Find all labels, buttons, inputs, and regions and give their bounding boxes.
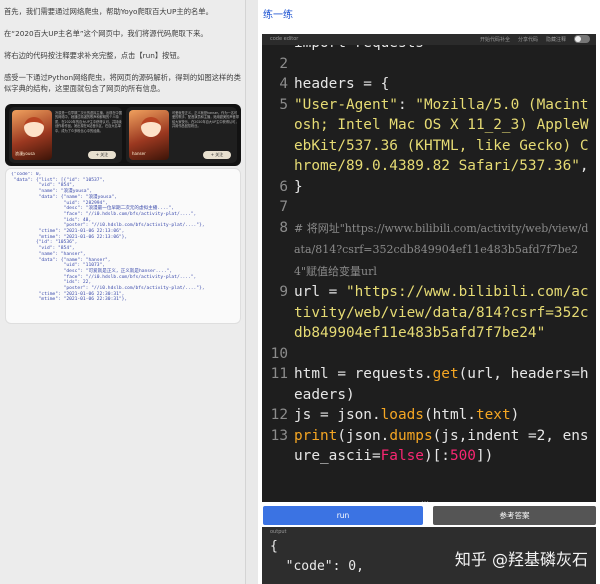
code-line: import requests bbox=[262, 45, 596, 54]
line-code: # 将网址"https://www.bilibili.com/activity/… bbox=[294, 221, 589, 278]
editor-header: code editor 开始代码补全 分享代码 隐藏注释 bbox=[262, 34, 596, 45]
code-line: 4 headers = { bbox=[262, 74, 596, 95]
code-line: 6} bbox=[262, 177, 596, 198]
lesson-pane: 首先，我们需要通过网络爬虫，帮助Yoyo爬取百大UP主的名单。 在“2020百大… bbox=[0, 0, 246, 584]
line-number: 12 bbox=[270, 407, 288, 423]
reference-answer-button[interactable]: 参考答案 bbox=[433, 506, 596, 525]
line-number: 2 bbox=[279, 55, 288, 72]
up-card-name: 浪漫yousa bbox=[15, 151, 35, 156]
line-number: 4 bbox=[279, 76, 288, 92]
output-label: output bbox=[270, 529, 287, 535]
editor-label: code editor bbox=[270, 36, 299, 42]
line-number: 7 bbox=[279, 199, 288, 215]
line-number: 8 bbox=[279, 219, 288, 236]
run-button[interactable]: run bbox=[263, 506, 423, 525]
lesson-paragraph: 感受一下通过Python网络爬虫，将网页的源码解析，得到的如图这样的类似字典的结… bbox=[4, 73, 241, 93]
resize-handle[interactable]: … bbox=[421, 495, 429, 504]
line-number: 5 bbox=[279, 96, 288, 113]
up-banner-image: 冷漠是一位早期二次元的虚拟主播，出现在中国的网络中，她通过精湛的歌声和鲜明的个人… bbox=[5, 104, 241, 166]
code-area[interactable]: import requests 2 4 headers = { 5 "User-Agen… bbox=[262, 45, 596, 497]
up-card-desc: 冷漠是一位早期二次元的虚拟主播，出现在中国的网络中，她通过精湛的歌声和鲜明的个人… bbox=[55, 111, 122, 133]
code-line: 12 js = json.loads(html.text) bbox=[262, 405, 596, 426]
line-number: 6 bbox=[279, 178, 288, 195]
code-line: 9 url = "https://www.bilibili.com/activit… bbox=[262, 282, 596, 344]
code-line: 5 "User-Agent": "Mozilla/5.0 (Macintosh; … bbox=[262, 95, 596, 177]
zhihu-watermark: 知乎 @羟基磷灰石 bbox=[454, 550, 588, 569]
line-number: 13 bbox=[270, 427, 288, 444]
line-code: headers = { bbox=[294, 76, 390, 92]
follow-button: + 关注 bbox=[203, 151, 231, 159]
line-code: } bbox=[294, 178, 303, 195]
json-preview-image: {"code": 0, "data": {"list": [{"id": "10… bbox=[5, 168, 241, 324]
share-code-option[interactable]: 分享代码 bbox=[518, 36, 538, 43]
up-card-name: hanser bbox=[132, 151, 146, 156]
code-lines: import requests 2 4 headers = { 5 "User-Agen… bbox=[262, 45, 596, 467]
line-code: url = "https://www.bilibili.com/activity… bbox=[294, 284, 589, 341]
autocomplete-option[interactable]: 开始代码补全 bbox=[480, 36, 510, 43]
lesson-paragraph: 首先，我们需要通过网络爬虫，帮助Yoyo爬取百大UP主的名单。 bbox=[4, 7, 213, 16]
json-preview-text: {"code": 0, "data": {"list": [{"id": "10… bbox=[11, 172, 205, 303]
lesson-text: 首先，我们需要通过网络爬虫，帮助Yoyo爬取百大UP主的名单。 在“2020百大… bbox=[4, 6, 242, 105]
lesson-paragraph: 在“2020百大UP主名单”这个网页中，我们将源代码爬取下来。 bbox=[4, 29, 208, 38]
line-code: js = json.loads(html.text) bbox=[294, 407, 520, 423]
line-number bbox=[262, 45, 292, 54]
code-editor[interactable]: code editor 开始代码补全 分享代码 隐藏注释 import requ… bbox=[262, 34, 596, 502]
line-code: html = requests.get(url, headers=headers… bbox=[294, 366, 589, 403]
follow-button: + 关注 bbox=[88, 151, 116, 159]
hide-comments-option[interactable]: 隐藏注释 bbox=[546, 36, 566, 43]
hide-comments-toggle[interactable] bbox=[574, 35, 590, 43]
editor-options: 开始代码补全 分享代码 隐藏注释 bbox=[480, 35, 590, 43]
line-number: 9 bbox=[279, 284, 288, 300]
line-code: print(json.dumps(js,indent =2, ensure_as… bbox=[294, 427, 589, 465]
code-line: 2 bbox=[262, 54, 596, 75]
up-card-desc: 可爱就是正义，正义就是hanser。作为一名可爱的歌手、配音演员和主播，她用甜美… bbox=[172, 111, 239, 129]
line-code: import requests bbox=[292, 45, 590, 54]
line-number: 10 bbox=[270, 345, 288, 362]
lesson-paragraph: 将右边的代码按注释要求补充完整，点击【run】按钮。 bbox=[4, 51, 185, 60]
code-line: 8 # 将网址"https://www.bilibili.com/activity… bbox=[262, 218, 596, 283]
line-number: 11 bbox=[270, 366, 288, 382]
code-line: 10 bbox=[262, 344, 596, 365]
code-line: 11 html = requests.get(url, headers=heade… bbox=[262, 364, 596, 405]
up-card: 可爱就是正义，正义就是hanser。作为一名可爱的歌手、配音演员和主播，她用甜美… bbox=[126, 107, 239, 163]
code-line: 7 bbox=[262, 197, 596, 218]
line-code: "User-Agent": "Mozilla/5.0 (Macintosh; I… bbox=[294, 96, 589, 175]
code-line: 13 print(json.dumps(js,indent =2, ensure_… bbox=[262, 426, 596, 467]
practice-pane: 练一练 code editor 开始代码补全 分享代码 隐藏注释 import … bbox=[258, 0, 600, 584]
practice-title: 练一练 bbox=[263, 10, 293, 21]
up-card: 冷漠是一位早期二次元的虚拟主播，出现在中国的网络中，她通过精湛的歌声和鲜明的个人… bbox=[9, 107, 122, 163]
